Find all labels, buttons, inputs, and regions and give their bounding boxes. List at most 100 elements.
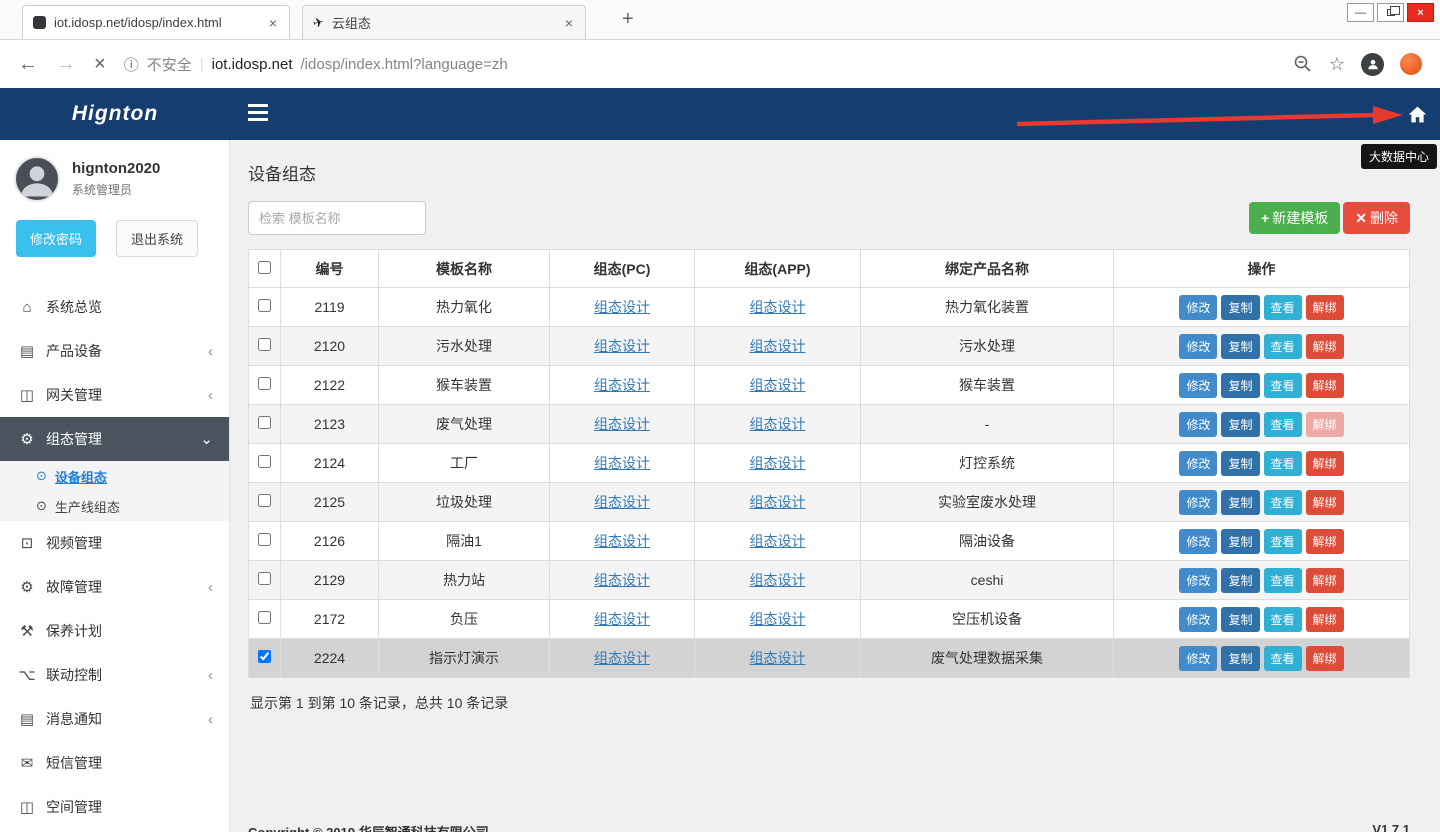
- forward-icon[interactable]: →: [56, 54, 76, 74]
- action-copy-button[interactable]: 复制: [1221, 568, 1259, 593]
- action-view-button[interactable]: 查看: [1264, 646, 1302, 671]
- back-icon[interactable]: ←: [18, 54, 38, 74]
- extension-icon[interactable]: [1400, 53, 1422, 75]
- action-copy-button[interactable]: 复制: [1221, 451, 1259, 476]
- row-checkbox[interactable]: [258, 338, 271, 351]
- browser-tab-active[interactable]: iot.idosp.net/idosp/index.html ×: [22, 5, 290, 39]
- action-copy-button[interactable]: 复制: [1221, 373, 1259, 398]
- action-view-button[interactable]: 查看: [1264, 451, 1302, 476]
- sidebar-item-system-overview[interactable]: ⌂ 系统总览: [0, 285, 229, 329]
- app-config-link[interactable]: 组态设计: [750, 572, 806, 588]
- action-view-button[interactable]: 查看: [1264, 490, 1302, 515]
- zoom-icon[interactable]: [1293, 54, 1313, 74]
- action-edit-button[interactable]: 修改: [1179, 529, 1217, 554]
- change-password-button[interactable]: 修改密码: [16, 220, 96, 257]
- app-config-link[interactable]: 组态设计: [750, 494, 806, 510]
- action-view-button[interactable]: 查看: [1264, 295, 1302, 320]
- stop-icon[interactable]: ×: [94, 54, 106, 74]
- sidebar-item-linkage[interactable]: ⌥ 联动控制 ‹: [0, 653, 229, 697]
- action-edit-button[interactable]: 修改: [1179, 412, 1217, 437]
- action-copy-button[interactable]: 复制: [1221, 646, 1259, 671]
- pc-config-link[interactable]: 组态设计: [594, 416, 650, 432]
- sidebar-item-product-devices[interactable]: ▤ 产品设备 ‹: [0, 329, 229, 373]
- sidebar-item-space[interactable]: ◫ 空间管理: [0, 785, 229, 829]
- action-view-button[interactable]: 查看: [1264, 373, 1302, 398]
- page-info-icon[interactable]: ⓘ: [124, 54, 139, 75]
- action-view-button[interactable]: 查看: [1264, 412, 1302, 437]
- sidebar-item-fault[interactable]: ⚙ 故障管理 ‹: [0, 565, 229, 609]
- pc-config-link[interactable]: 组态设计: [594, 377, 650, 393]
- action-copy-button[interactable]: 复制: [1221, 412, 1259, 437]
- action-unbind-button[interactable]: 解绑: [1306, 607, 1344, 632]
- action-view-button[interactable]: 查看: [1264, 568, 1302, 593]
- app-config-link[interactable]: 组态设计: [750, 455, 806, 471]
- action-unbind-button[interactable]: 解绑: [1306, 295, 1344, 320]
- app-config-link[interactable]: 组态设计: [750, 533, 806, 549]
- sidebar-item-maintenance[interactable]: ⚒ 保养计划: [0, 609, 229, 653]
- app-config-link[interactable]: 组态设计: [750, 650, 806, 666]
- app-config-link[interactable]: 组态设计: [750, 377, 806, 393]
- action-copy-button[interactable]: 复制: [1221, 607, 1259, 632]
- app-config-link[interactable]: 组态设计: [750, 416, 806, 432]
- row-checkbox[interactable]: [258, 416, 271, 429]
- close-button[interactable]: ×: [1407, 3, 1434, 22]
- logout-button[interactable]: 退出系统: [116, 220, 198, 257]
- sidebar-item-config[interactable]: ⚙ 组态管理 ⌄: [0, 417, 229, 461]
- action-copy-button[interactable]: 复制: [1221, 295, 1259, 320]
- pc-config-link[interactable]: 组态设计: [594, 611, 650, 627]
- action-edit-button[interactable]: 修改: [1179, 490, 1217, 515]
- pc-config-link[interactable]: 组态设计: [594, 455, 650, 471]
- action-copy-button[interactable]: 复制: [1221, 334, 1259, 359]
- action-unbind-button[interactable]: 解绑: [1306, 373, 1344, 398]
- row-checkbox[interactable]: [258, 572, 271, 585]
- bookmark-star-icon[interactable]: ☆: [1329, 54, 1345, 75]
- row-checkbox[interactable]: [258, 299, 271, 312]
- action-copy-button[interactable]: 复制: [1221, 490, 1259, 515]
- new-template-button[interactable]: + 新建模板: [1249, 202, 1340, 234]
- row-checkbox[interactable]: [258, 455, 271, 468]
- row-checkbox[interactable]: [258, 611, 271, 624]
- action-edit-button[interactable]: 修改: [1179, 568, 1217, 593]
- sidebar-toggle-icon[interactable]: [248, 104, 268, 125]
- sidebar-item-gateway[interactable]: ◫ 网关管理 ‹: [0, 373, 229, 417]
- pc-config-link[interactable]: 组态设计: [594, 299, 650, 315]
- action-edit-button[interactable]: 修改: [1179, 607, 1217, 632]
- action-unbind-button[interactable]: 解绑: [1306, 529, 1344, 554]
- app-config-link[interactable]: 组态设计: [750, 611, 806, 627]
- action-view-button[interactable]: 查看: [1264, 607, 1302, 632]
- new-tab-button[interactable]: +: [622, 8, 634, 31]
- pc-config-link[interactable]: 组态设计: [594, 338, 650, 354]
- pc-config-link[interactable]: 组态设计: [594, 650, 650, 666]
- sidebar-item-message[interactable]: ▤ 消息通知 ‹: [0, 697, 229, 741]
- action-unbind-button[interactable]: 解绑: [1306, 646, 1344, 671]
- action-edit-button[interactable]: 修改: [1179, 646, 1217, 671]
- action-view-button[interactable]: 查看: [1264, 334, 1302, 359]
- sidebar-subitem-line-config[interactable]: ⊙ 生产线组态: [0, 491, 229, 521]
- action-unbind-button[interactable]: 解绑: [1306, 412, 1344, 437]
- select-all-checkbox[interactable]: [258, 261, 271, 274]
- row-checkbox[interactable]: [258, 494, 271, 507]
- tab-close-icon[interactable]: ×: [267, 15, 279, 31]
- action-unbind-button[interactable]: 解绑: [1306, 451, 1344, 476]
- app-config-link[interactable]: 组态设计: [750, 299, 806, 315]
- browser-tab-inactive[interactable]: ✈ 云组态 ×: [302, 5, 586, 39]
- sidebar-item-sms[interactable]: ✉ 短信管理: [0, 741, 229, 785]
- delete-button[interactable]: ✕ 删除: [1343, 202, 1410, 234]
- action-unbind-button[interactable]: 解绑: [1306, 490, 1344, 515]
- action-edit-button[interactable]: 修改: [1179, 295, 1217, 320]
- action-copy-button[interactable]: 复制: [1221, 529, 1259, 554]
- row-checkbox[interactable]: [258, 377, 271, 390]
- row-checkbox[interactable]: [258, 650, 271, 663]
- home-button[interactable]: [1394, 88, 1440, 140]
- pc-config-link[interactable]: 组态设计: [594, 494, 650, 510]
- row-checkbox[interactable]: [258, 533, 271, 546]
- action-unbind-button[interactable]: 解绑: [1306, 568, 1344, 593]
- sidebar-subitem-device-config[interactable]: ⊙ 设备组态: [0, 461, 229, 491]
- action-edit-button[interactable]: 修改: [1179, 451, 1217, 476]
- app-config-link[interactable]: 组态设计: [750, 338, 806, 354]
- action-view-button[interactable]: 查看: [1264, 529, 1302, 554]
- browser-profile-icon[interactable]: [1361, 53, 1384, 76]
- sidebar-item-video[interactable]: ⊡ 视频管理: [0, 521, 229, 565]
- action-unbind-button[interactable]: 解绑: [1306, 334, 1344, 359]
- maximize-button[interactable]: [1377, 3, 1404, 22]
